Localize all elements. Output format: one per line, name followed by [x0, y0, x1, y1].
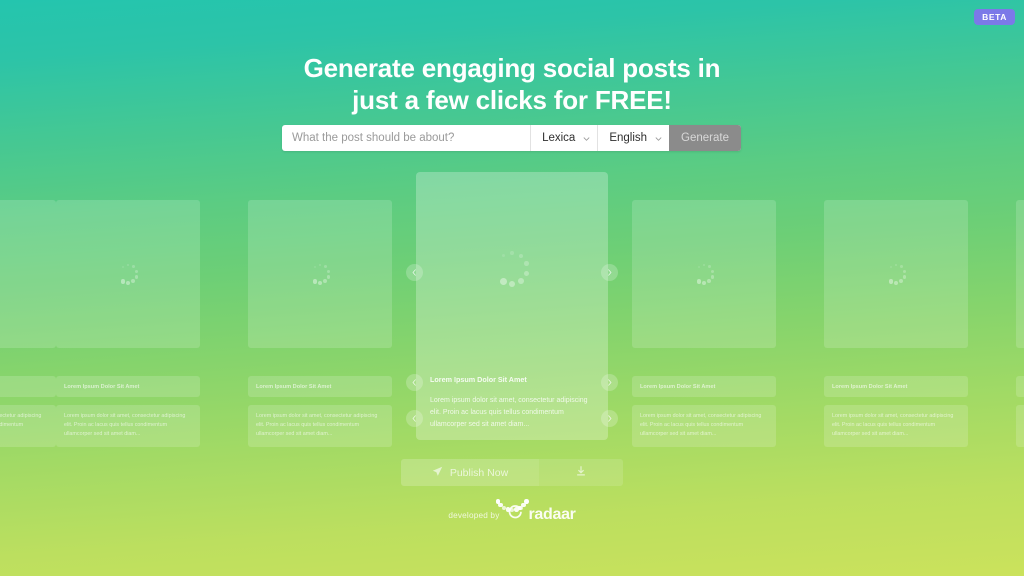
active-post-card[interactable]: Lorem Ipsum Dolor Sit Amet Lorem ipsum d… [416, 172, 608, 440]
loading-dots-icon [307, 261, 333, 287]
card-image-placeholder [56, 200, 200, 348]
source-select-value: Lexica [542, 132, 576, 144]
card-title: Lorem Ipsum Dolor Sit Amet [248, 376, 392, 397]
list-item[interactable]: Lorem Ipsum Dolor Sit Amet Lorem ipsum d… [632, 200, 776, 447]
action-button-group: Publish Now [401, 459, 623, 486]
list-item[interactable]: Lorem Ipsum Dolor Sit Amet Lorem ipsum d… [0, 200, 56, 447]
chevron-down-icon [654, 134, 662, 141]
send-icon [432, 466, 443, 480]
title-prev-button[interactable] [406, 374, 423, 391]
loading-dots-icon [883, 261, 909, 287]
radaar-logo-icon [507, 504, 524, 526]
body-next-button[interactable] [601, 410, 618, 427]
card-body: Lorem ipsum dolor sit amet, consectetur … [0, 405, 56, 447]
card-image-placeholder [416, 172, 608, 365]
card-image-placeholder [248, 200, 392, 348]
chevron-down-icon [582, 134, 590, 141]
brand-name: radaar [528, 506, 576, 523]
image-prev-button[interactable] [406, 264, 423, 281]
loading-dots-icon [691, 261, 717, 287]
card-image-placeholder [632, 200, 776, 348]
card-text-area: Lorem Ipsum Dolor Sit Amet Lorem ipsum d… [416, 365, 608, 431]
card-title: Lorem Ipsum Dolor Sit Amet [632, 376, 776, 397]
card-image-placeholder [0, 200, 56, 348]
title-next-button[interactable] [601, 374, 618, 391]
card-title: Lorem Ipsum Dolor Sit Amet [56, 376, 200, 397]
source-select[interactable]: Lexica [530, 125, 597, 151]
card-body: Lorem ipsum dolor sit amet, consectetur … [1016, 405, 1024, 447]
card-body: Lorem ipsum dolor sit amet, consectetur … [632, 405, 776, 447]
language-select-value: English [609, 132, 648, 144]
list-item[interactable]: Lorem Ipsum Dolor Sit Amet Lorem ipsum d… [56, 200, 200, 447]
loading-dots-icon [490, 247, 534, 291]
loading-dots-icon [115, 261, 141, 287]
card-body: Lorem ipsum dolor sit amet, consectetur … [430, 397, 588, 429]
generate-button[interactable]: Generate [669, 125, 741, 151]
prompt-bar: Lexica English Generate [282, 125, 741, 151]
card-body: Lorem ipsum dolor sit amet, consectetur … [248, 405, 392, 447]
card-body: Lorem ipsum dolor sit amet, consectetur … [56, 405, 200, 447]
download-icon [575, 465, 587, 480]
publish-now-button[interactable]: Publish Now [401, 459, 539, 486]
body-prev-button[interactable] [406, 410, 423, 427]
page-title: Generate engaging social posts in just a… [0, 53, 1024, 117]
card-title: Lorem Ipsum Dolor Sit Amet [824, 376, 968, 397]
beta-badge: BETA [974, 9, 1015, 25]
footer: developed by radaar [0, 504, 1024, 526]
list-item[interactable]: Lorem Ipsum Dolor Sit Amet Lorem ipsum d… [248, 200, 392, 447]
card-title: Lorem Ipsum Dolor Sit Amet [1016, 376, 1024, 397]
footer-text: developed by [448, 510, 500, 520]
post-carousel: Lorem Ipsum Dolor Sit Amet Lorem ipsum d… [0, 172, 1024, 513]
card-image-placeholder [824, 200, 968, 348]
card-title: Lorem Ipsum Dolor Sit Amet [0, 376, 56, 397]
download-button[interactable] [539, 459, 623, 486]
card-title: Lorem Ipsum Dolor Sit Amet [430, 375, 527, 384]
language-select[interactable]: English [597, 125, 669, 151]
headline-line-1: Generate engaging social posts in [303, 53, 721, 83]
brand-logo[interactable]: radaar [507, 504, 576, 526]
search-input[interactable] [282, 125, 531, 151]
image-next-button[interactable] [601, 264, 618, 281]
list-item[interactable]: Lorem Ipsum Dolor Sit Amet Lorem ipsum d… [824, 200, 968, 447]
list-item[interactable]: Lorem Ipsum Dolor Sit Amet Lorem ipsum d… [1016, 200, 1024, 447]
headline-line-2: just a few clicks for FREE! [352, 84, 672, 115]
publish-now-label: Publish Now [449, 466, 509, 479]
card-body: Lorem ipsum dolor sit amet, consectetur … [824, 405, 968, 447]
card-image-placeholder [1016, 200, 1024, 348]
